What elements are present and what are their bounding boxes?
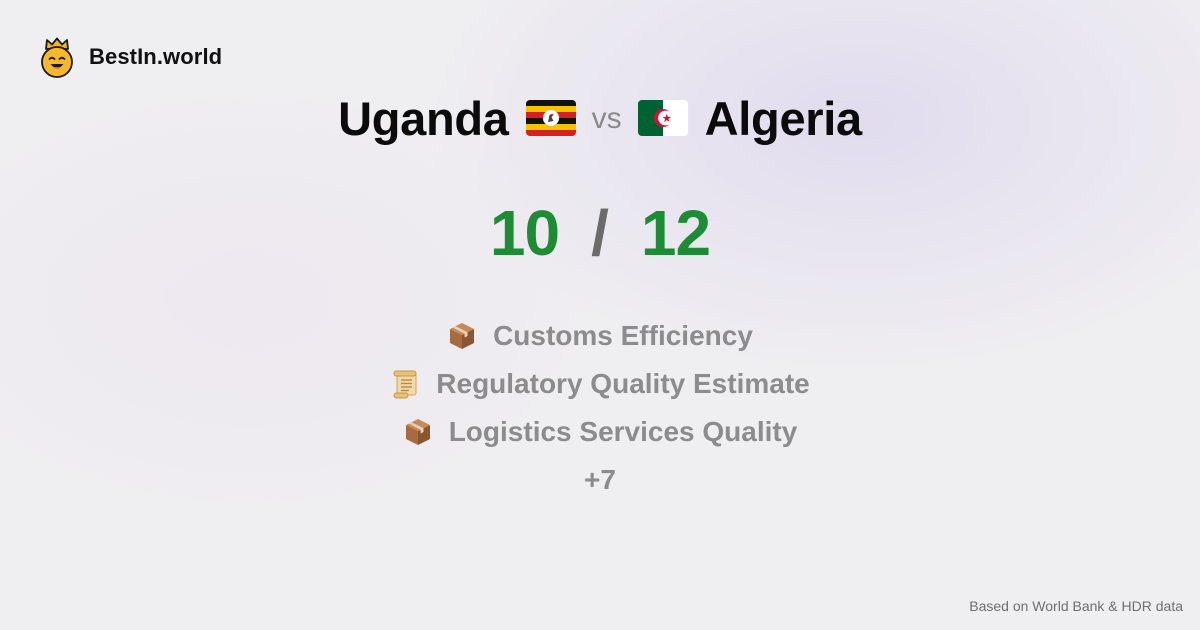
score-separator: / xyxy=(591,197,609,269)
left-country-name: Uganda xyxy=(338,91,509,145)
brand-logo[interactable]: BestIn.world xyxy=(38,36,222,78)
category-label: Customs Efficiency xyxy=(493,320,753,351)
brand-name: BestIn.world xyxy=(89,44,223,69)
category-label: Regulatory Quality Estimate xyxy=(436,368,810,399)
category-label: Logistics Services Quality xyxy=(448,416,798,447)
package-icon xyxy=(405,419,430,445)
data-source-note: Based on World Bank & HDR data xyxy=(969,598,1183,614)
list-item: Regulatory Quality Estimate xyxy=(0,360,1200,408)
comparison-title: Uganda vs Algeria xyxy=(0,86,1200,150)
left-score: 10 xyxy=(489,197,560,269)
vs-label: vs xyxy=(591,102,622,135)
more-categories-count: +7 xyxy=(584,464,616,495)
uganda-flag-icon xyxy=(525,100,576,136)
right-score: 12 xyxy=(640,197,711,269)
scroll-icon xyxy=(393,370,417,399)
score-summary: 10 / 12 xyxy=(0,196,1200,270)
list-item: Customs Efficiency xyxy=(0,312,1200,360)
category-list: Customs Efficiency Regulatory Quality Es… xyxy=(0,312,1200,504)
right-country-name: Algeria xyxy=(704,91,863,145)
package-icon xyxy=(450,323,475,349)
list-item: Logistics Services Quality xyxy=(0,408,1200,456)
algeria-flag-icon xyxy=(637,100,688,136)
crowned-smiley-icon xyxy=(41,37,73,78)
